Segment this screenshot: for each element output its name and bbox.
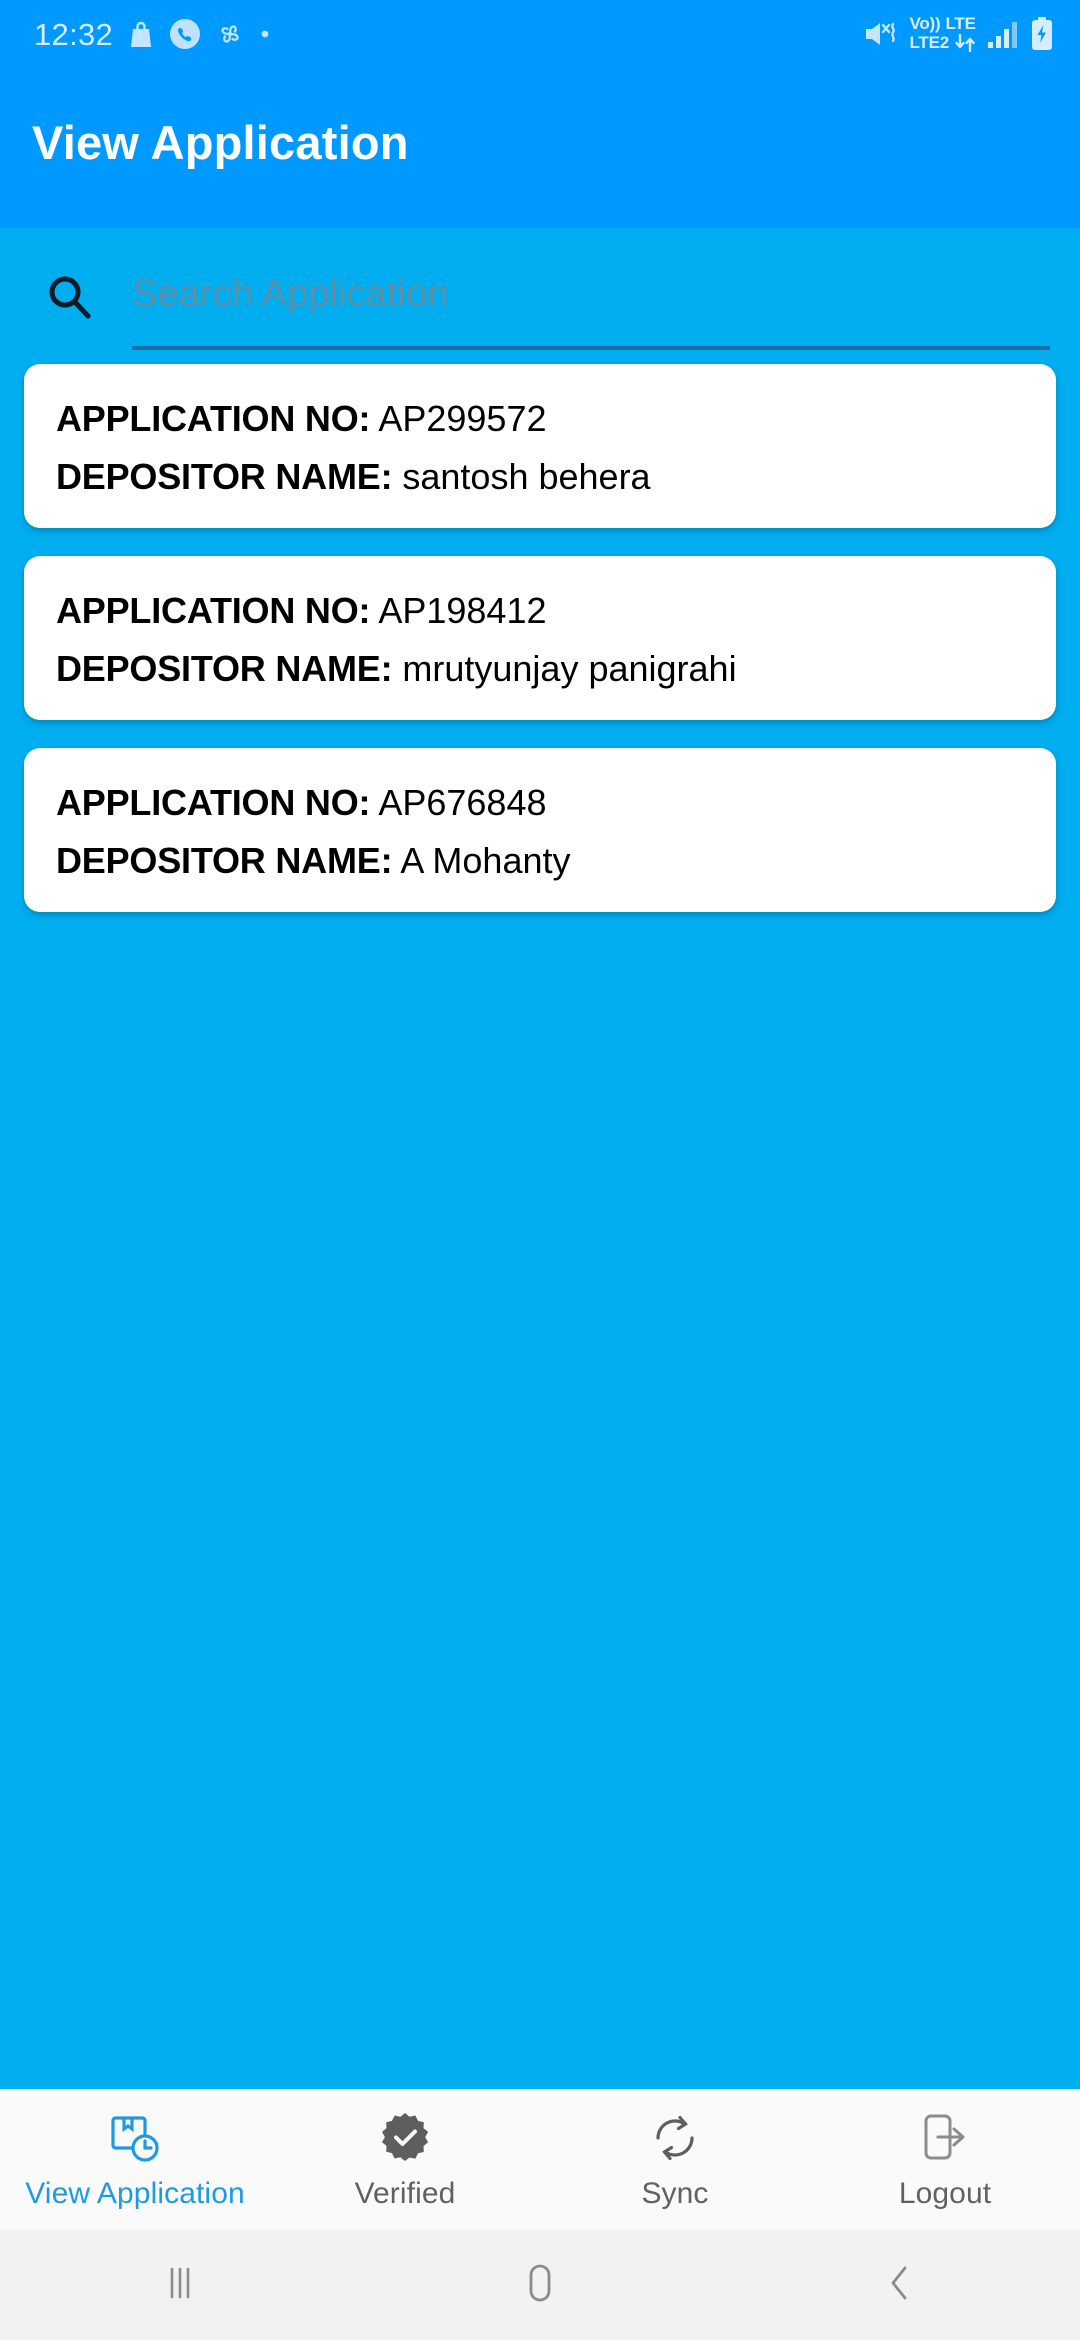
mute-vibrate-icon: [866, 22, 896, 45]
dot-icon: [261, 30, 269, 38]
search-input[interactable]: Search Application: [132, 273, 449, 316]
status-bar: 12:32 Vo)) LTE LTE2: [0, 0, 1080, 68]
depositor-name-row: DEPOSITOR NAME: A Mohanty: [24, 832, 1056, 890]
verified-badge-icon: [377, 2109, 433, 2167]
application-no-label: APPLICATION NO:: [56, 590, 371, 631]
app-screen: 12:32 Vo)) LTE LTE2 View Application Sea…: [0, 0, 1080, 2340]
application-no-row: APPLICATION NO: AP676848: [24, 774, 1056, 832]
search-bar[interactable]: Search Application: [0, 242, 1080, 350]
signal-bars-icon: [988, 22, 1017, 48]
depositor-name-row: DEPOSITOR NAME: santosh behera: [24, 448, 1056, 506]
app-bar: View Application: [0, 68, 1080, 228]
volte-label: Vo)): [909, 14, 941, 33]
application-no-value: AP676848: [378, 782, 547, 823]
battery-charging-icon: [1032, 17, 1052, 50]
data-transfer-icon: [955, 33, 975, 52]
list-item[interactable]: APPLICATION NO: AP676848 DEPOSITOR NAME:…: [24, 748, 1056, 912]
nav-item-logout[interactable]: Logout: [810, 2089, 1080, 2230]
back-button[interactable]: [720, 2260, 1080, 2311]
system-navigation-bar: [0, 2230, 1080, 2340]
home-button[interactable]: [360, 2260, 720, 2311]
list-item[interactable]: APPLICATION NO: AP198412 DEPOSITOR NAME:…: [24, 556, 1056, 720]
application-list: APPLICATION NO: AP299572 DEPOSITOR NAME:…: [0, 350, 1080, 2084]
application-no-value: AP198412: [378, 590, 547, 631]
application-no-label: APPLICATION NO:: [56, 398, 371, 439]
application-no-row: APPLICATION NO: AP198412: [24, 582, 1056, 640]
search-icon[interactable]: [44, 271, 94, 321]
sim2-label: LTE2: [909, 33, 949, 52]
nav-label: Sync: [641, 2176, 709, 2210]
depositor-name-row: DEPOSITOR NAME: mrutyunjay panigrahi: [24, 640, 1056, 698]
application-no-value: AP299572: [378, 398, 547, 439]
nav-label: Logout: [898, 2176, 992, 2210]
shopping-bag-icon: [131, 21, 152, 47]
status-bar-right: Vo)) LTE LTE2: [862, 14, 1054, 53]
recents-bars-icon: [160, 2261, 200, 2310]
recents-button[interactable]: [0, 2261, 360, 2310]
nav-label: View Application: [25, 2176, 245, 2210]
home-rounded-square-icon: [518, 2260, 562, 2311]
network-indicator: Vo)) LTE LTE2: [909, 14, 978, 52]
nav-item-verified[interactable]: Verified: [270, 2089, 540, 2230]
content-area: Search Application APPLICATION NO: AP299…: [0, 228, 1080, 2084]
pinwheel-icon: [221, 25, 239, 43]
depositor-name-label: DEPOSITOR NAME:: [56, 456, 393, 497]
back-chevron-icon: [880, 2260, 920, 2311]
depositor-name-value: santosh behera: [402, 456, 651, 497]
nav-label: Verified: [354, 2176, 456, 2210]
bottom-navigation: View Application Verified Sync Logout: [0, 2084, 1080, 2230]
depositor-name-value: A Mohanty: [400, 840, 571, 881]
page-title: View Application: [32, 115, 409, 169]
status-bar-left: 12:32: [34, 18, 271, 50]
list-item[interactable]: APPLICATION NO: AP299572 DEPOSITOR NAME:…: [24, 364, 1056, 528]
application-no-row: APPLICATION NO: AP299572: [24, 390, 1056, 448]
depositor-name-label: DEPOSITOR NAME:: [56, 840, 393, 881]
phone-circle-icon: [170, 19, 201, 49]
sync-refresh-icon: [647, 2109, 703, 2167]
search-input-wrapper[interactable]: Search Application: [132, 242, 1050, 350]
status-bar-clock: 12:32: [34, 16, 114, 52]
depositor-name-label: DEPOSITOR NAME:: [56, 648, 393, 689]
lte-label: LTE: [945, 14, 976, 33]
application-no-label: APPLICATION NO:: [56, 782, 371, 823]
logout-door-icon: [917, 2109, 973, 2167]
package-clock-icon: [107, 2109, 163, 2167]
depositor-name-value: mrutyunjay panigrahi: [402, 648, 737, 689]
nav-item-sync[interactable]: Sync: [540, 2089, 810, 2230]
nav-item-view-application[interactable]: View Application: [0, 2089, 270, 2230]
